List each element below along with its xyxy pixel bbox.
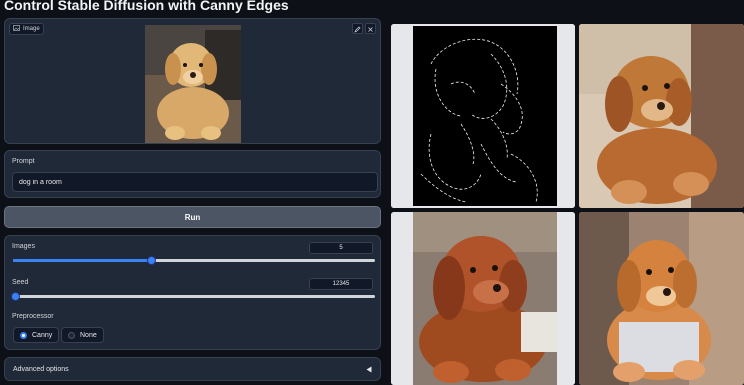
generated-dog-image <box>391 212 575 385</box>
controls-panel: Images 5 Seed 12345 Preprocessor Canny N… <box>4 235 381 350</box>
radio-checked-icon <box>20 331 27 339</box>
preprocessor-option-none[interactable]: None <box>61 327 104 343</box>
output-gallery <box>389 22 744 385</box>
run-button[interactable]: Run <box>4 206 381 228</box>
prompt-label: Prompt <box>12 158 35 165</box>
advanced-options-label: Advanced options <box>13 365 69 373</box>
images-slider-handle[interactable] <box>146 256 156 265</box>
seed-number-input[interactable]: 12345 <box>309 278 373 290</box>
gallery-item-2[interactable] <box>391 212 575 385</box>
uploaded-dog-image <box>145 25 241 143</box>
seed-slider[interactable] <box>10 292 375 301</box>
preprocessor-label: Preprocessor <box>12 313 54 320</box>
images-slider[interactable] <box>13 256 375 265</box>
image-input-panel[interactable]: Image <box>4 18 381 144</box>
edit-image-button[interactable] <box>352 23 363 34</box>
image-tag: Image <box>9 23 44 35</box>
seed-slider-handle[interactable] <box>10 292 20 301</box>
image-tag-label: Image <box>23 26 40 32</box>
gallery-item-edges[interactable] <box>391 24 575 208</box>
clear-image-button[interactable] <box>365 23 376 34</box>
generated-dog-image <box>579 212 744 385</box>
images-label: Images <box>12 243 35 250</box>
images-number-input[interactable]: 5 <box>309 242 373 254</box>
advanced-options-accordion[interactable]: Advanced options <box>4 357 381 381</box>
prompt-input[interactable] <box>12 172 378 192</box>
collapse-triangle-icon <box>366 360 372 378</box>
gallery-item-3[interactable] <box>579 212 744 385</box>
image-icon <box>13 25 20 33</box>
canny-edge-map-image <box>391 24 575 208</box>
app-title: Control Stable Diffusion with Canny Edge… <box>4 0 289 13</box>
gallery-item-1[interactable] <box>579 24 744 208</box>
images-slider-fill <box>13 259 151 262</box>
close-icon <box>367 20 374 38</box>
prompt-panel: Prompt <box>4 150 381 198</box>
preprocessor-option-canny[interactable]: Canny <box>13 327 60 343</box>
seed-label: Seed <box>12 279 29 286</box>
preprocessor-option-label: None <box>80 331 97 339</box>
preprocessor-option-label: Canny <box>32 331 53 339</box>
radio-unchecked-icon <box>68 331 75 339</box>
pencil-icon <box>354 20 361 38</box>
generated-dog-image <box>579 24 744 208</box>
